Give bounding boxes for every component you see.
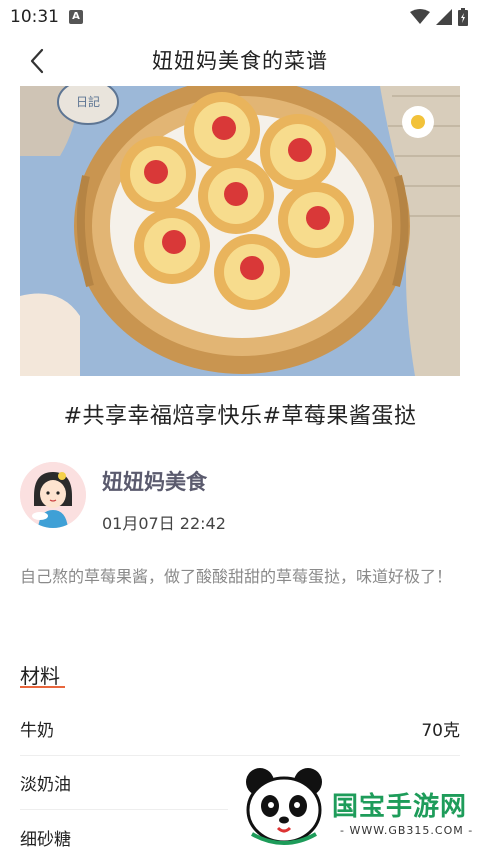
avatar[interactable] [20, 462, 86, 528]
status-time: 10:31 [10, 7, 59, 27]
app-header: 妞妞妈美食的菜谱 [0, 34, 480, 86]
back-button[interactable] [22, 46, 52, 76]
status-bar: 10:31 A [0, 0, 480, 34]
plate-stamp: 日記 [76, 94, 100, 109]
ingredients-heading: 材料 [20, 664, 60, 688]
ingredient-amount: 70克 [421, 721, 460, 741]
ingredient-name: 淡奶油 [20, 775, 71, 795]
panda-logo-icon [246, 768, 322, 845]
watermark-brand: 国宝手游网 [332, 792, 468, 822]
battery-icon [458, 8, 468, 26]
recipe-photo: 日記 [20, 86, 460, 376]
site-watermark: 国宝手游网 - WWW.GB315.COM - [228, 756, 480, 852]
recipe-description: 自己熬的草莓果酱，做了酸酸甜甜的草莓蛋挞，味道好极了！ [20, 567, 453, 586]
wifi-icon [410, 9, 430, 24]
post-date: 01月07日 22:42 [102, 514, 226, 533]
notification-icon: A [69, 10, 83, 24]
watermark-url: - WWW.GB315.COM - [340, 824, 474, 837]
ingredient-row: 牛奶 70克 [20, 702, 460, 756]
chevron-left-icon [30, 48, 44, 74]
heading-underline [20, 686, 65, 688]
signal-icon [436, 9, 452, 25]
ingredient-name: 牛奶 [20, 721, 54, 741]
author-info: 妞妞妈美食 01月07日 22:42 [20, 460, 460, 533]
author-name[interactable]: 妞妞妈美食 [102, 466, 207, 496]
status-icons [410, 8, 468, 26]
ingredient-name: 细砂糖 [20, 829, 71, 850]
page-title: 妞妞妈美食的菜谱 [152, 49, 328, 73]
recipe-title: #共享幸福焙享快乐#草莓果酱蛋挞 [63, 404, 417, 429]
